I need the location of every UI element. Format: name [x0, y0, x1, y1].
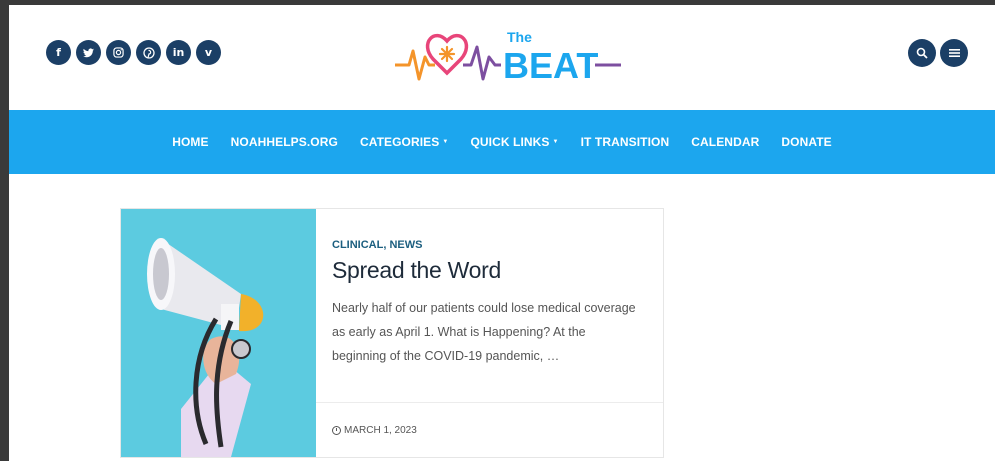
clock-icon	[332, 426, 341, 435]
logo-small-text: The	[507, 29, 532, 45]
social-links: f in v	[46, 40, 221, 65]
nav-it-transition[interactable]: IT TRANSITION	[570, 135, 681, 149]
nav-donate[interactable]: DONATE	[770, 135, 842, 149]
nav-home[interactable]: HOME	[161, 135, 219, 149]
caret-down-icon: ▼	[552, 139, 559, 145]
caret-down-icon: ▼	[442, 139, 449, 145]
vimeo-icon[interactable]: v	[196, 40, 221, 65]
nav-quick-links[interactable]: QUICK LINKS ▼	[459, 135, 569, 149]
site-header: f in v The BEAT	[9, 5, 995, 110]
page: f in v The BEAT HOME NOAHHELPS.ORG CATEG…	[9, 5, 995, 461]
logo-big-text: BEAT	[503, 45, 598, 86]
post-excerpt: Nearly half of our patients could lose m…	[332, 301, 636, 363]
main-nav: HOME NOAHHELPS.ORG CATEGORIES ▼ QUICK LIN…	[9, 110, 995, 174]
menu-icon[interactable]	[940, 39, 968, 67]
post-date: MARCH 1, 2023	[332, 425, 417, 436]
post-title[interactable]: Spread the Word	[332, 257, 642, 284]
post-thumbnail[interactable]	[121, 209, 316, 457]
card-divider	[316, 402, 663, 403]
search-icon[interactable]	[908, 39, 936, 67]
linkedin-icon[interactable]: in	[166, 40, 191, 65]
nav-categories[interactable]: CATEGORIES ▼	[349, 135, 460, 149]
post-card: CLINICAL, NEWS Spread the Word Nearly ha…	[120, 208, 664, 458]
header-actions	[908, 39, 968, 67]
nav-calendar[interactable]: CALENDAR	[680, 135, 770, 149]
pinterest-icon[interactable]	[136, 40, 161, 65]
instagram-icon[interactable]	[106, 40, 131, 65]
twitter-icon[interactable]	[76, 40, 101, 65]
nav-noahhelps[interactable]: NOAHHELPS.ORG	[220, 135, 349, 149]
facebook-icon[interactable]: f	[46, 40, 71, 65]
post-content: CLINICAL, NEWS Spread the Word Nearly ha…	[332, 239, 642, 368]
site-logo[interactable]: The BEAT	[395, 21, 621, 87]
post-categories[interactable]: CLINICAL, NEWS	[332, 239, 642, 251]
post-date-text: MARCH 1, 2023	[344, 425, 417, 436]
